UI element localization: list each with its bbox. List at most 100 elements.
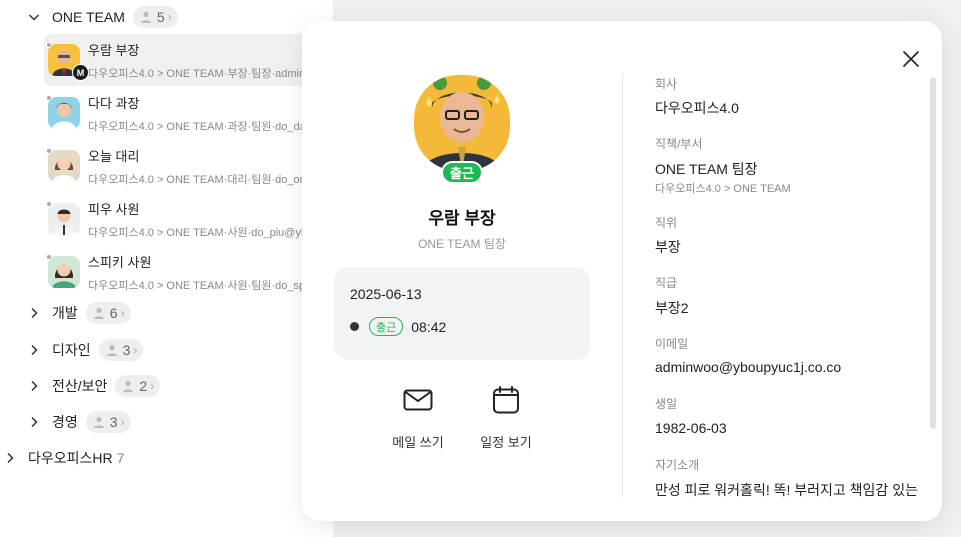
- tree-group-label: ONE TEAM: [52, 9, 125, 25]
- chevron-right-icon: ›: [167, 10, 172, 24]
- close-button[interactable]: [900, 48, 922, 70]
- presence-dot: [46, 42, 52, 48]
- tree-company-daouoffice-hr[interactable]: 다우오피스HR 7: [2, 446, 124, 470]
- field-label-title-dept: 직책/부서: [655, 137, 703, 151]
- tree-group-one-team[interactable]: ONE TEAM 5 ›: [26, 5, 178, 29]
- tree-group-label: 경영: [52, 414, 78, 430]
- chevron-right-icon: ›: [150, 379, 155, 393]
- member-count-badge[interactable]: 5 ›: [132, 6, 178, 28]
- member-name: 다다 과장: [88, 95, 140, 111]
- member-count: 3: [122, 342, 131, 358]
- avatar: [46, 254, 80, 288]
- chevron-right-icon[interactable]: [26, 342, 42, 358]
- profile-avatar: [414, 75, 510, 171]
- calendar-icon: [493, 386, 519, 414]
- chevron-right-icon: ›: [133, 343, 138, 357]
- field-value-intro: 만성 피로 워커홀릭! 똑! 부러지고 책임감 있는: [655, 482, 918, 498]
- field-label-intro: 자기소개: [655, 458, 700, 472]
- mail-icon: [403, 389, 433, 411]
- chevron-right-icon[interactable]: [26, 414, 42, 430]
- status-dot: [350, 322, 359, 331]
- field-label-birthday: 생일: [655, 397, 678, 411]
- status-badge: 출근: [441, 161, 483, 184]
- field-label-position: 직위: [655, 216, 678, 230]
- presence-dot: [46, 95, 52, 101]
- member-name: 스피키 사원: [88, 254, 152, 270]
- chevron-down-icon[interactable]: [26, 9, 42, 25]
- field-value-company: 다우오피스4.0: [655, 100, 739, 116]
- member-count: 6: [109, 305, 118, 321]
- member-count-badge[interactable]: 3 ›: [98, 339, 144, 361]
- member-row-dada[interactable]: 다다 과장 다우오피스4.0 > ONE TEAM·과장·팀원·do_dada@…: [44, 87, 333, 139]
- field-value-birthday: 1982-06-03: [655, 420, 727, 436]
- member-path: 다우오피스4.0 > ONE TEAM·부장·팀장·adminwoo@yboup…: [88, 67, 333, 80]
- member-path: 다우오피스4.0 > ONE TEAM·사원·do_piu@yboupyuc1j…: [88, 226, 333, 239]
- member-path: 다우오피스4.0 > ONE TEAM·사원·팀원·do_speaky@ybou…: [88, 279, 333, 292]
- presence-dot: [46, 254, 52, 260]
- attendance-date: 2025-06-13: [350, 286, 422, 302]
- tree-group-management[interactable]: 경영 3 ›: [26, 410, 131, 434]
- chevron-right-icon[interactable]: [26, 305, 42, 321]
- member-count: 3: [109, 414, 118, 430]
- member-count-badge[interactable]: 2 ›: [115, 375, 161, 397]
- view-schedule-button[interactable]: 일정 보기: [466, 384, 546, 451]
- avatar: [46, 95, 80, 129]
- avatar: [46, 148, 80, 182]
- chevron-right-icon: ›: [120, 306, 125, 320]
- tree-group-label: 디자인: [52, 342, 91, 358]
- profile-dept: ONE TEAM 팀장: [418, 237, 506, 251]
- chevron-right-icon[interactable]: [2, 450, 18, 466]
- org-tree-panel: ONE TEAM 5 › M 우람 부장 다우오피스4.0 > ONE TEAM…: [0, 0, 333, 537]
- tree-group-label: 전산/보안: [52, 378, 108, 394]
- profile-name: 우람 부장: [428, 209, 496, 228]
- presence-dot: [46, 148, 52, 154]
- attendance-time: 08:42: [411, 318, 447, 335]
- field-value-email[interactable]: adminwoo@yboupyuc1j.co.co: [655, 359, 841, 375]
- chevron-right-icon[interactable]: [26, 378, 42, 394]
- chevron-right-icon: ›: [120, 415, 125, 429]
- presence-dot: [46, 201, 52, 207]
- member-row-piu[interactable]: 피우 사원 다우오피스4.0 > ONE TEAM·사원·do_piu@ybou…: [44, 193, 333, 245]
- attendance-row: 출근 08:42: [350, 317, 446, 336]
- attendance-card: 2025-06-13 출근 08:42: [334, 267, 590, 360]
- field-label-grade: 직급: [655, 276, 678, 290]
- tree-group-design[interactable]: 디자인 3 ›: [26, 338, 144, 362]
- member-count: 7: [116, 450, 125, 466]
- member-name: 오늘 대리: [88, 148, 140, 164]
- manager-badge: M: [72, 64, 89, 81]
- person-icon: [106, 344, 117, 356]
- attendance-status-badge: 출근: [369, 317, 404, 336]
- member-row-oneul[interactable]: 오늘 대리 다우오피스4.0 > ONE TEAM·대리·팀원·do_oneul…: [44, 140, 333, 192]
- view-schedule-label: 일정 보기: [480, 435, 532, 450]
- scrollbar[interactable]: [930, 77, 936, 429]
- member-path: 다우오피스4.0 > ONE TEAM·대리·팀원·do_oneul@yboup…: [88, 173, 333, 186]
- member-count: 5: [156, 9, 165, 25]
- write-mail-label: 메일 쓰기: [392, 435, 444, 450]
- tree-group-it-security[interactable]: 전산/보안 2 ›: [26, 374, 161, 398]
- tree-company-label: 다우오피스HR: [28, 450, 113, 466]
- member-count-badge[interactable]: 3 ›: [85, 411, 131, 433]
- person-icon: [93, 416, 104, 428]
- tree-group-dev[interactable]: 개발 6 ›: [26, 301, 131, 325]
- member-row-woram[interactable]: M 우람 부장 다우오피스4.0 > ONE TEAM·부장·팀장·adminw…: [44, 34, 333, 86]
- field-value-title-dept: ONE TEAM 팀장: [655, 161, 758, 177]
- person-icon: [93, 307, 104, 319]
- person-icon: [123, 380, 134, 392]
- member-name: 피우 사원: [88, 201, 140, 217]
- avatar: [46, 201, 80, 235]
- field-value-position: 부장: [655, 239, 681, 255]
- field-label-email: 이메일: [655, 337, 689, 351]
- write-mail-button[interactable]: 메일 쓰기: [378, 384, 458, 451]
- close-icon[interactable]: [900, 48, 922, 70]
- tree-group-label: 개발: [52, 305, 78, 321]
- member-name: 우람 부장: [88, 42, 140, 58]
- person-icon: [140, 11, 151, 23]
- member-count-badge[interactable]: 6 ›: [85, 302, 131, 324]
- divider: [622, 73, 623, 497]
- field-value-grade: 부장2: [655, 300, 689, 316]
- member-count: 2: [139, 378, 148, 394]
- member-row-speaky[interactable]: 스피키 사원 다우오피스4.0 > ONE TEAM·사원·팀원·do_spea…: [44, 246, 333, 298]
- profile-dialog: 출근 우람 부장 ONE TEAM 팀장 2025-06-13 출근 08:42…: [302, 21, 942, 521]
- field-sub-title-dept: 다우오피스4.0 > ONE TEAM: [655, 183, 791, 195]
- field-label-company: 회사: [655, 77, 678, 91]
